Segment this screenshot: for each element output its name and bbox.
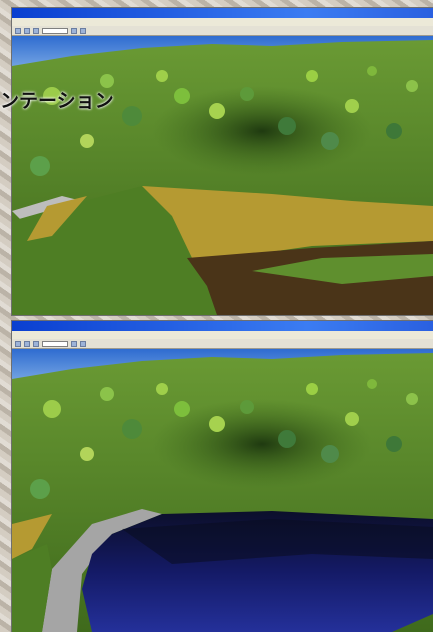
toolbar-button[interactable] — [80, 27, 86, 34]
overlay-caption: ンテーション — [0, 90, 114, 112]
toolbar-button[interactable] — [71, 340, 77, 347]
menu-bar — [12, 331, 433, 339]
toolbar-field[interactable] — [42, 340, 68, 347]
viewer-window-before — [12, 8, 433, 315]
toolbar-button[interactable] — [80, 340, 86, 347]
toolbar-button[interactable] — [15, 27, 21, 34]
toolbar-button[interactable] — [33, 340, 39, 347]
toolbar-field[interactable] — [42, 27, 68, 34]
window-titlebar[interactable] — [12, 321, 433, 331]
menu-bar — [12, 18, 433, 26]
toolbar-button[interactable] — [24, 27, 30, 34]
window-titlebar[interactable] — [12, 8, 433, 18]
toolbar — [12, 339, 433, 349]
terrain-scene-fields — [12, 36, 433, 315]
terrain-scene-reservoir — [12, 349, 433, 632]
3d-viewport[interactable] — [12, 349, 433, 632]
toolbar-button[interactable] — [71, 27, 77, 34]
toolbar-button[interactable] — [24, 340, 30, 347]
toolbar-button[interactable] — [15, 340, 21, 347]
viewer-window-after — [12, 321, 433, 632]
toolbar-button[interactable] — [33, 27, 39, 34]
toolbar — [12, 26, 433, 36]
3d-viewport[interactable] — [12, 36, 433, 315]
